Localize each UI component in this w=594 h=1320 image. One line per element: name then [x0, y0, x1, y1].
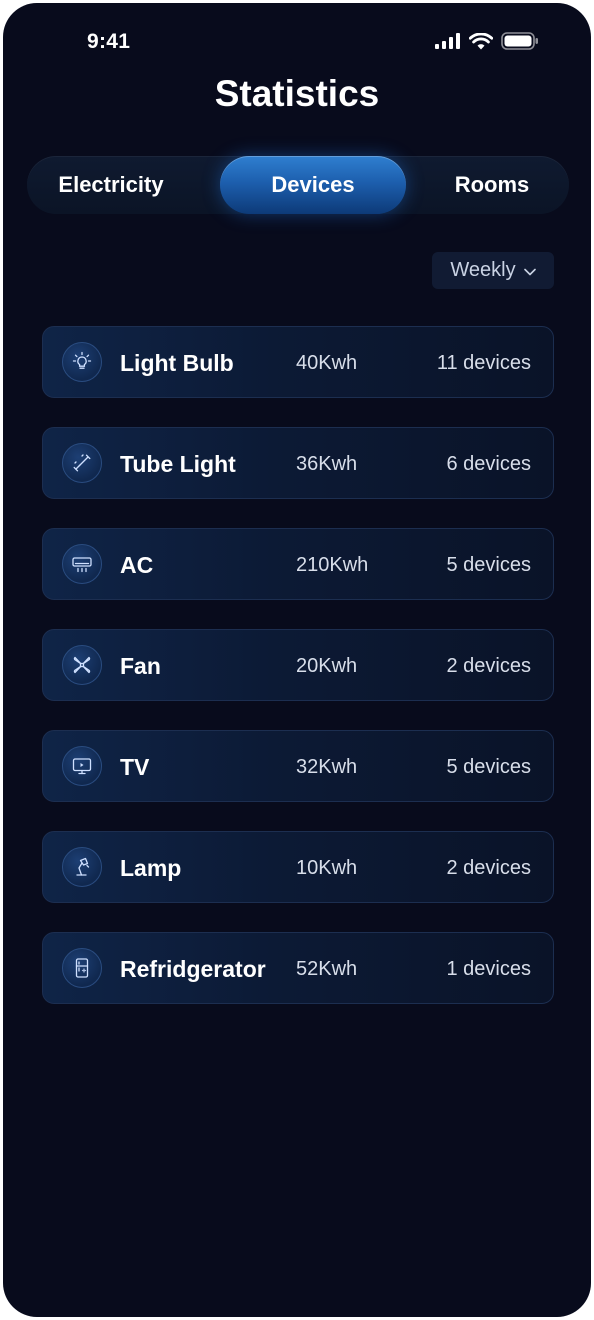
tab-devices[interactable]: Devices [220, 156, 406, 214]
device-energy: 36Kwh [296, 453, 358, 475]
device-name: Tube Light [120, 451, 236, 477]
light-bulb-icon [62, 342, 102, 382]
device-count: 1 devices [446, 958, 532, 980]
device-name: Light Bulb [120, 350, 234, 376]
wifi-icon [469, 32, 493, 50]
tab-rooms[interactable]: Rooms [412, 156, 572, 214]
device-count: 5 devices [446, 756, 532, 778]
device-energy: 10Kwh [296, 857, 358, 879]
lamp-icon [62, 847, 102, 887]
status-icons [435, 32, 539, 50]
period-dropdown-label: Weekly [450, 259, 516, 281]
device-name: Refridgerator [120, 956, 266, 982]
device-energy: 32Kwh [296, 756, 358, 778]
device-card-refrigerator[interactable]: Refridgerator 52Kwh 1 devices [42, 932, 554, 1004]
device-name: Lamp [120, 855, 182, 881]
device-card-fan[interactable]: Fan 20Kwh 2 devices [42, 629, 554, 701]
device-name: AC [120, 552, 154, 578]
chevron-down-icon [523, 259, 536, 282]
device-card-tube-light[interactable]: Tube Light 36Kwh 6 devices [42, 427, 554, 499]
device-count: 5 devices [446, 554, 532, 576]
page-title: Statistics [214, 73, 380, 114]
device-energy: 210Kwh [296, 554, 369, 576]
fan-icon [62, 645, 102, 685]
device-card-light-bulb[interactable]: Light Bulb 40Kwh 11 devices [42, 326, 554, 398]
device-count: 6 devices [446, 453, 532, 475]
tab-electricity[interactable]: Electricity [27, 156, 195, 214]
period-dropdown[interactable]: Weekly [432, 252, 554, 289]
device-count: 11 devices [436, 352, 531, 374]
device-name: TV [120, 754, 150, 780]
tv-icon [62, 746, 102, 786]
ac-icon [62, 544, 102, 584]
device-count: 2 devices [446, 857, 532, 879]
device-energy: 40Kwh [296, 352, 358, 374]
signal-icon [435, 33, 461, 49]
device-name: Fan [120, 653, 161, 679]
device-card-lamp[interactable]: Lamp 10Kwh 2 devices [42, 831, 554, 903]
device-energy: 52Kwh [296, 958, 358, 980]
refrigerator-icon [62, 948, 102, 988]
device-card-ac[interactable]: AC 210Kwh 5 devices [42, 528, 554, 600]
tube-light-icon [62, 443, 102, 483]
device-energy: 20Kwh [296, 655, 358, 677]
segmented-tabs: Electricity Devices Rooms [27, 156, 569, 214]
device-count: 2 devices [446, 655, 532, 677]
battery-icon [501, 32, 539, 50]
status-time: 9:41 [87, 30, 131, 53]
phone-screen: 9:41 Statistics Electricity Devices Room… [3, 3, 591, 1317]
device-card-tv[interactable]: TV 32Kwh 5 devices [42, 730, 554, 802]
